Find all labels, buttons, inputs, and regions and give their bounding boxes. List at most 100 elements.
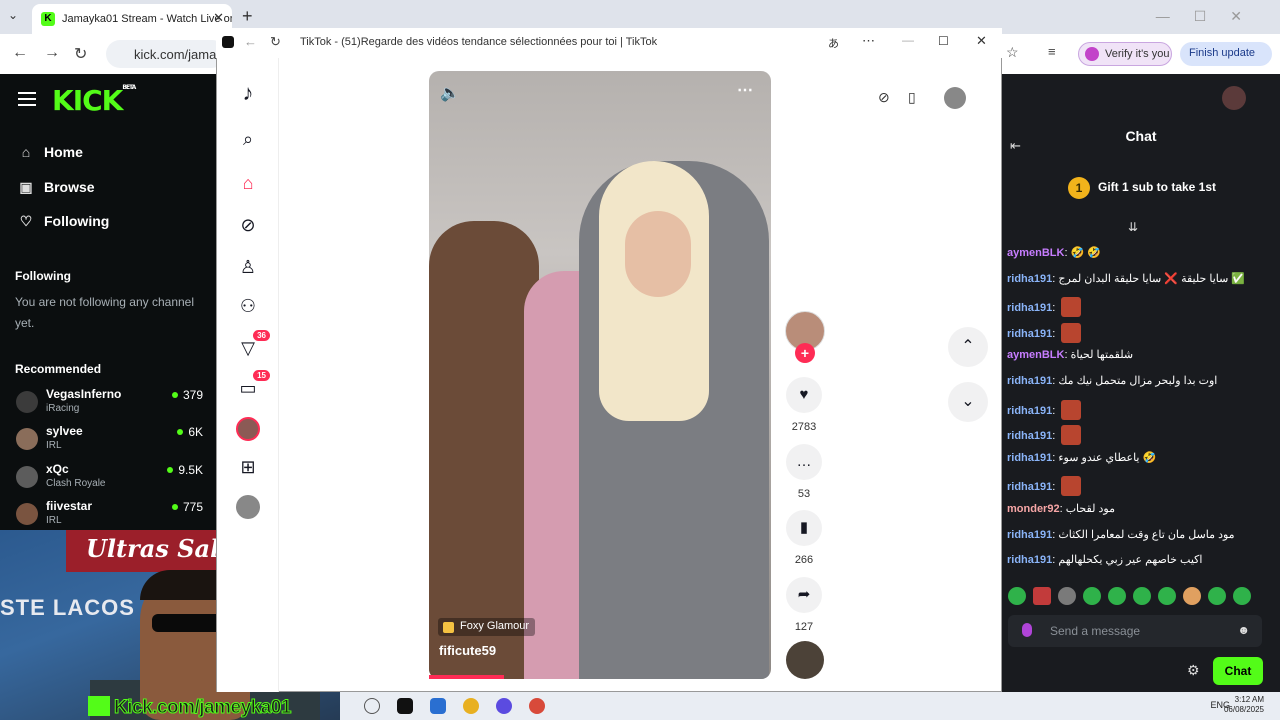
- next-video-button[interactable]: ⌄: [948, 382, 988, 422]
- chat-username[interactable]: ridha191: [1007, 529, 1052, 541]
- following-icon[interactable]: ♙: [236, 257, 260, 281]
- address-bar[interactable]: kick.com/jamay: [106, 40, 226, 68]
- chat-settings-icon[interactable]: ⚙: [1187, 662, 1200, 679]
- window-controls[interactable]: —☐✕: [1156, 8, 1266, 25]
- emoji-icon[interactable]: ☻: [1237, 623, 1250, 637]
- translate-icon[interactable]: あ: [828, 35, 839, 51]
- menu-icon[interactable]: [18, 92, 36, 106]
- emote-bar[interactable]: [1008, 587, 1276, 607]
- back-icon[interactable]: ←: [12, 44, 28, 62]
- chat-username[interactable]: ridha191: [1007, 375, 1052, 387]
- emote-icon[interactable]: [1233, 587, 1251, 605]
- nav-home[interactable]: ⌂ Home: [16, 144, 83, 160]
- share-action[interactable]: ➦ 127: [784, 577, 824, 633]
- chat-username[interactable]: aymenBLK: [1007, 247, 1064, 259]
- emote-icon[interactable]: [1083, 587, 1101, 605]
- user-avatar[interactable]: [1222, 86, 1246, 110]
- comment-icon[interactable]: …: [786, 444, 822, 480]
- tiktok-video[interactable]: [429, 71, 771, 679]
- recommended-channel[interactable]: fiivestar IRL 775: [16, 499, 206, 533]
- tiktok-taskbar-icon[interactable]: [397, 698, 413, 714]
- search-icon[interactable]: ⌕: [236, 129, 260, 153]
- chrome-taskbar-icon[interactable]: [529, 698, 545, 714]
- account-avatar[interactable]: [944, 87, 966, 109]
- forward-icon[interactable]: →: [44, 44, 60, 62]
- chat-username[interactable]: ridha191: [1007, 302, 1052, 314]
- chat-username[interactable]: aymenBLK: [1007, 349, 1064, 361]
- heart-icon[interactable]: ♥: [786, 377, 822, 413]
- creator-tag[interactable]: Foxy Glamour: [438, 618, 536, 636]
- reload-icon[interactable]: ↻: [270, 34, 281, 50]
- share-icon[interactable]: ➦: [786, 577, 822, 613]
- more-options-icon[interactable]: ⋯: [862, 33, 875, 49]
- taskbar-clock[interactable]: 3:12 AM 06/08/2025: [1224, 695, 1264, 715]
- verify-button[interactable]: Verify it's you: [1078, 42, 1172, 66]
- expand-leaderboard-icon[interactable]: ⇊: [1128, 220, 1138, 234]
- kick-logo[interactable]: KICKBETA: [52, 84, 136, 117]
- bookmark-star-icon[interactable]: ☆: [1006, 44, 1019, 61]
- volume-icon[interactable]: 🔈: [440, 83, 460, 103]
- emote-icon[interactable]: [1008, 587, 1026, 605]
- close-tab-icon[interactable]: ✕: [213, 10, 224, 26]
- recommended-channel[interactable]: sylvee IRL 6K: [16, 424, 206, 458]
- emote-icon[interactable]: [1183, 587, 1201, 605]
- chat-username[interactable]: ridha191: [1007, 481, 1052, 493]
- more-icon[interactable]: [236, 495, 260, 519]
- tiktok-logo-icon[interactable]: ♪: [236, 80, 260, 105]
- recommended-channel[interactable]: xQc Clash Royale 9.5K: [16, 462, 206, 496]
- bookmark-icon[interactable]: ▮: [786, 510, 822, 546]
- video-username[interactable]: fificute59: [439, 643, 496, 658]
- browser-tab[interactable]: K Jamayka01 Stream - Watch Live on Kick …: [32, 4, 232, 34]
- back-icon[interactable]: ←: [244, 34, 257, 49]
- emote-icon[interactable]: [1133, 587, 1151, 605]
- chat-username[interactable]: monder92: [1007, 503, 1060, 515]
- chat-username[interactable]: ridha191: [1007, 430, 1052, 442]
- maximize-icon[interactable]: ☐: [938, 34, 949, 48]
- nav-following[interactable]: ♡ Following: [16, 213, 110, 230]
- send-chat-button[interactable]: Chat: [1213, 657, 1263, 685]
- emote-icon[interactable]: [1108, 587, 1126, 605]
- minimize-icon[interactable]: —: [902, 33, 914, 47]
- taskbar-app-icon[interactable]: [364, 698, 380, 714]
- taskbar-app-icon[interactable]: [430, 698, 446, 714]
- emote-icon[interactable]: [1158, 587, 1176, 605]
- save-action[interactable]: ▮ 266: [784, 510, 824, 566]
- chrome-taskbar-icon[interactable]: [463, 698, 479, 714]
- previous-video-button[interactable]: ⌃: [948, 327, 988, 367]
- chat-username[interactable]: ridha191: [1007, 273, 1052, 285]
- tab-search-icon[interactable]: ⌄: [8, 8, 18, 22]
- gift-sub-banner[interactable]: 1 Gift 1 sub to take 1st: [1068, 177, 1216, 199]
- recommended-channel[interactable]: VegasInferno iRacing 379: [16, 387, 206, 421]
- emote-icon[interactable]: [1208, 587, 1226, 605]
- nav-browse[interactable]: ▣ Browse: [16, 179, 94, 196]
- device-icon[interactable]: ▯: [908, 89, 916, 106]
- reload-icon[interactable]: ↻: [74, 44, 87, 64]
- chat-username[interactable]: ridha191: [1007, 452, 1052, 464]
- chat-username[interactable]: ridha191: [1007, 554, 1052, 566]
- video-more-icon[interactable]: ⋯: [737, 80, 753, 100]
- activity-icon[interactable]: ▽ 36: [236, 330, 270, 362]
- home-icon[interactable]: ⌂: [236, 173, 260, 197]
- friends-icon[interactable]: ⚇: [236, 296, 260, 320]
- like-action[interactable]: ♥ 2783: [784, 377, 824, 433]
- follow-plus-icon[interactable]: +: [795, 343, 815, 363]
- emote-icon[interactable]: [1033, 587, 1051, 605]
- finish-update-button[interactable]: Finish update: [1180, 42, 1272, 66]
- emote-icon[interactable]: [1058, 587, 1076, 605]
- chat-input[interactable]: Send a message ☻: [1008, 615, 1262, 647]
- media-control-icon[interactable]: ≡: [1048, 44, 1056, 59]
- explore-icon[interactable]: ⊘: [236, 215, 260, 239]
- upload-icon[interactable]: ⊞: [236, 457, 260, 481]
- taskbar-app-icon[interactable]: [496, 698, 512, 714]
- messages-icon[interactable]: ▭ 15: [236, 370, 270, 402]
- mic-icon[interactable]: [1022, 623, 1032, 637]
- music-disc-icon[interactable]: [786, 641, 824, 679]
- comment-action[interactable]: … 53: [784, 444, 824, 500]
- new-tab-icon[interactable]: +: [242, 6, 253, 27]
- compass-icon[interactable]: ⊘: [878, 89, 890, 106]
- chat-username[interactable]: ridha191: [1007, 328, 1052, 340]
- close-window-icon[interactable]: ✕: [976, 33, 987, 49]
- video-progress[interactable]: [429, 675, 504, 679]
- profile-avatar[interactable]: [236, 417, 260, 441]
- chat-username[interactable]: ridha191: [1007, 405, 1052, 417]
